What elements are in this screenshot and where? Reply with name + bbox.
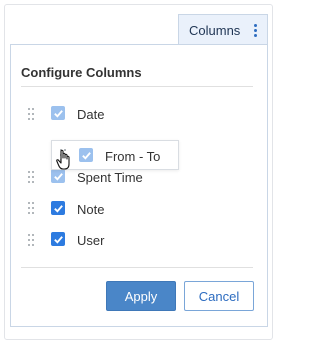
cancel-button[interactable]: Cancel <box>184 281 254 311</box>
checkbox-checked-icon <box>53 172 63 181</box>
column-row-user[interactable] <box>28 230 36 250</box>
column-checkbox-note[interactable] <box>51 201 65 215</box>
drag-handle-icon[interactable] <box>28 201 36 215</box>
drag-handle-icon[interactable] <box>28 233 36 247</box>
column-row-spent-time[interactable] <box>28 167 36 187</box>
column-label-user: User <box>77 233 105 248</box>
column-row-date[interactable] <box>28 104 36 124</box>
drag-handle-icon[interactable] <box>28 170 36 184</box>
checkbox-checked-icon <box>53 109 63 118</box>
column-row-note[interactable] <box>28 198 36 218</box>
checkbox-checked-icon <box>53 235 63 244</box>
panel-title: Configure Columns <box>21 65 142 80</box>
columns-button-label: Columns <box>189 22 241 38</box>
apply-button[interactable]: Apply <box>106 281 176 311</box>
checkbox-checked-icon <box>81 151 91 160</box>
columns-button[interactable]: Columns <box>178 14 268 45</box>
footer-divider <box>21 267 253 268</box>
title-divider <box>21 86 253 87</box>
kebab-menu-icon[interactable] <box>254 24 258 38</box>
column-label-spent-time: Spent Time <box>77 170 143 185</box>
drag-handle-icon[interactable] <box>28 107 36 121</box>
column-checkbox-user[interactable] <box>51 232 65 246</box>
column-label-from-to: From - To <box>105 149 161 164</box>
column-checkbox-from-to[interactable] <box>79 148 93 162</box>
column-label-date: Date <box>77 107 105 122</box>
column-checkbox-date[interactable] <box>51 106 65 120</box>
grab-hand-cursor-icon <box>56 149 70 170</box>
column-label-note: Note <box>77 202 105 217</box>
checkbox-checked-icon <box>53 204 63 213</box>
